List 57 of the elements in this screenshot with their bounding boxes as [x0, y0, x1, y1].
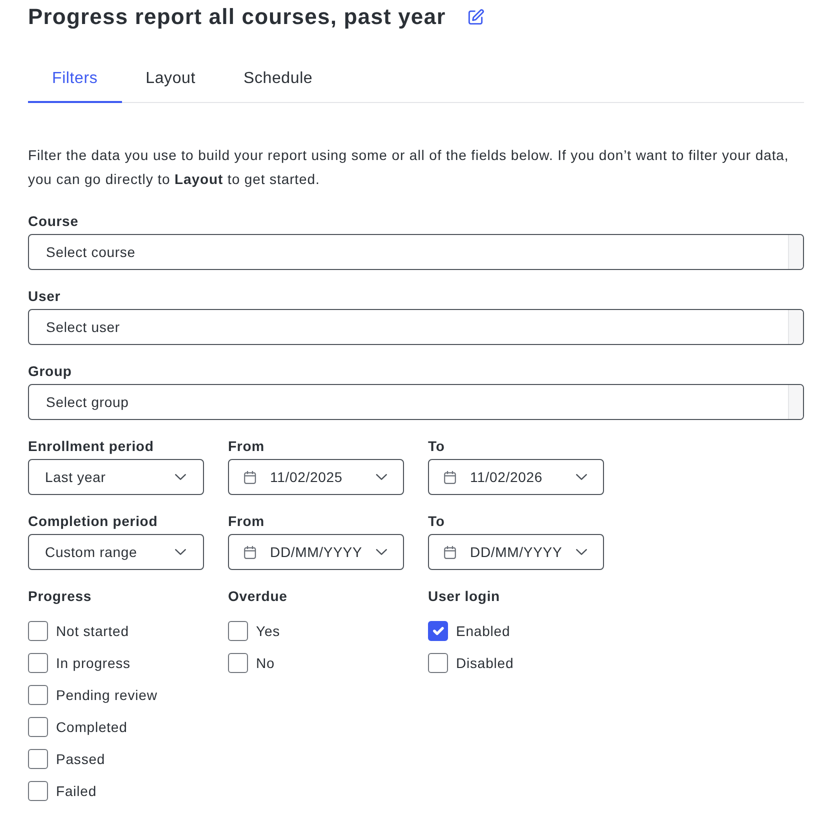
checkbox[interactable] — [28, 749, 48, 769]
checkbox-label[interactable]: Enabled — [456, 621, 510, 641]
calendar-icon — [444, 470, 456, 484]
checkbox[interactable] — [28, 653, 48, 673]
group-label: Overdue — [228, 587, 288, 606]
checkbox-label[interactable]: Disabled — [456, 653, 514, 673]
field-label: Completion period — [28, 512, 159, 531]
field-label: Group — [28, 362, 73, 381]
group-label: User login — [428, 587, 501, 606]
field-label: To — [428, 437, 446, 456]
range-select[interactable]: Custom range — [28, 534, 204, 570]
range-select[interactable]: Last year — [28, 459, 204, 495]
edit-icon[interactable] — [466, 8, 485, 26]
chevron-icon — [576, 474, 587, 480]
chevron-icon — [175, 474, 186, 480]
chevron-icon — [376, 474, 387, 480]
checkbox[interactable] — [228, 653, 248, 673]
field-label: From — [228, 437, 266, 456]
checkbox-label[interactable]: In progress — [56, 653, 130, 673]
field-label: User — [28, 287, 62, 306]
intro-text: Filter the data you use to build your report using some or all of the fields below. If you don’t want to filter your data, you can go directly to Layout to get started. — [28, 146, 790, 189]
select-field[interactable]: Select course — [28, 234, 804, 270]
checkbox-label[interactable]: Passed — [56, 749, 106, 769]
chevron-icon — [175, 549, 186, 555]
checkbox[interactable] — [28, 621, 48, 641]
checkbox-label[interactable]: Pending review — [56, 685, 158, 705]
checkbox[interactable] — [28, 781, 48, 801]
checkbox-label[interactable]: Completed — [56, 717, 128, 737]
select-field[interactable]: Select user — [28, 309, 804, 345]
checkbox-label[interactable]: Failed — [56, 781, 97, 801]
calendar-icon — [244, 470, 256, 484]
chevron-icon — [576, 549, 587, 555]
checkbox-label[interactable]: Not started — [56, 621, 129, 641]
date-field[interactable]: DD/MM/YYYY — [228, 534, 404, 570]
tab[interactable]: Filters — [28, 56, 122, 103]
date-field[interactable]: 11/02/2025 — [228, 459, 404, 495]
report-title: Progress report all courses, past year — [28, 3, 446, 31]
field-label: From — [228, 512, 266, 531]
tab[interactable]: Schedule — [220, 56, 337, 103]
checkbox[interactable] — [28, 685, 48, 705]
checkbox[interactable] — [28, 717, 48, 737]
group-label: Progress — [28, 587, 92, 606]
field-label: Course — [28, 212, 80, 231]
checkbox-label[interactable]: No — [256, 653, 275, 673]
date-field[interactable]: DD/MM/YYYY — [428, 534, 604, 570]
calendar-icon — [444, 546, 456, 558]
field-label: To — [428, 512, 446, 531]
select-field[interactable]: Select group — [28, 384, 804, 420]
date-field[interactable]: 11/02/2026 — [428, 459, 604, 495]
checkbox-label[interactable]: Yes — [256, 621, 280, 641]
checkbox[interactable] — [428, 653, 448, 673]
checkbox[interactable] — [228, 621, 248, 641]
chevron-icon — [376, 549, 387, 555]
checkbox[interactable] — [428, 621, 448, 641]
field-label: Enrollment period — [28, 437, 155, 456]
calendar-icon — [244, 546, 256, 558]
tab[interactable]: Layout — [122, 56, 220, 103]
